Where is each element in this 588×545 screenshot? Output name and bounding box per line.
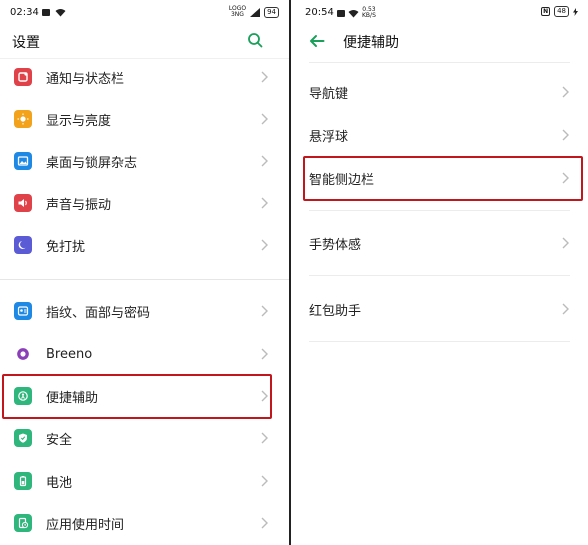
settings-item-battery[interactable]: 电池 [0, 460, 289, 502]
chevron-right-icon [261, 475, 268, 487]
back-arrow-icon[interactable] [309, 34, 325, 48]
settings-item-do-not-disturb[interactable]: 免打扰 [0, 224, 289, 266]
settings-item-notification[interactable]: 通知与状态栏 [0, 56, 289, 98]
image-notification-icon [337, 9, 345, 17]
wallpaper-icon [14, 152, 32, 170]
page-title: 设置 [12, 35, 40, 51]
battery-level: 94 [264, 6, 279, 18]
charging-icon [573, 7, 578, 16]
chevron-right-icon [261, 71, 268, 83]
chevron-right-icon [562, 86, 569, 98]
accessibility-item-label: 手势体感 [309, 237, 362, 253]
shield-icon [14, 429, 32, 447]
settings-item-security[interactable]: 安全 [0, 417, 289, 459]
search-icon[interactable] [247, 32, 263, 48]
battery-level: 48 [554, 6, 569, 17]
status-time: 20:54 [305, 7, 334, 18]
brightness-icon [14, 110, 32, 128]
status-notification-icons [42, 7, 66, 18]
section-divider [309, 275, 570, 276]
accessibility-item-label: 红包助手 [309, 303, 362, 319]
settings-screen: 02:34 LOGO 3NG 94 设置 通知与状态栏 显示与亮度 桌面与锁屏杂… [0, 0, 289, 545]
status-bar: 20:54 0.53 KB/S N 48 [291, 0, 588, 26]
chevron-right-icon [562, 129, 569, 141]
status-right-icons: LOGO 3NG 94 [229, 6, 279, 18]
breeno-icon [14, 345, 32, 363]
settings-item-label: 桌面与锁屏杂志 [46, 155, 138, 171]
accessibility-item-label: 悬浮球 [309, 129, 349, 145]
group-divider [0, 279, 289, 280]
accessibility-item-floating-ball[interactable]: 悬浮球 [291, 113, 588, 157]
app-time-icon [14, 514, 32, 532]
settings-item-label: 安全 [46, 432, 73, 448]
settings-item-label: Breeno [46, 346, 93, 362]
settings-item-label: 电池 [46, 475, 73, 491]
settings-item-fingerprint[interactable]: 指纹、面部与密码 [0, 290, 289, 332]
chevron-right-icon [261, 197, 268, 209]
wifi-icon [348, 9, 359, 17]
image-notification-icon [42, 8, 50, 16]
accessibility-item-red-packet-assistant[interactable]: 红包助手 [291, 287, 588, 331]
carrier-label: LOGO 3NG [228, 5, 247, 18]
chevron-right-icon [261, 113, 268, 125]
settings-item-label: 通知与状态栏 [46, 71, 125, 87]
section-divider [309, 210, 570, 211]
nfc-icon: N [541, 7, 551, 16]
settings-item-breeno[interactable]: Breeno [0, 333, 289, 375]
accessibility-highlight-box [2, 374, 272, 419]
chevron-right-icon [261, 305, 268, 317]
accessibility-item-navigation-keys[interactable]: 导航键 [291, 70, 588, 114]
accessibility-item-label: 导航键 [309, 86, 349, 102]
settings-item-app-usage-time[interactable]: 应用使用时间 [0, 502, 289, 544]
smart-sidebar-highlight-box [303, 156, 583, 201]
accessibility-screen: 20:54 0.53 KB/S N 48 便捷辅助 导航键 悬浮球 智能侧边栏 … [291, 0, 588, 545]
chevron-right-icon [261, 155, 268, 167]
status-bar: 02:34 LOGO 3NG 94 [0, 0, 289, 26]
battery-icon [14, 472, 32, 490]
wifi-icon [55, 8, 66, 16]
header-divider [309, 62, 570, 63]
notification-icon [14, 68, 32, 86]
accessibility-item-gestures[interactable]: 手势体感 [291, 221, 588, 265]
chevron-right-icon [562, 303, 569, 315]
settings-item-wallpaper[interactable]: 桌面与锁屏杂志 [0, 140, 289, 182]
status-right-icons: N 48 [541, 6, 578, 17]
signal-icon [250, 7, 261, 17]
fingerprint-icon [14, 302, 32, 320]
page-title: 便捷辅助 [343, 35, 399, 51]
chevron-right-icon [261, 517, 268, 529]
moon-icon [14, 236, 32, 254]
status-notification-icons: 0.53 KB/S [337, 7, 376, 19]
section-divider [309, 341, 570, 342]
settings-item-label: 声音与振动 [46, 197, 112, 213]
sound-icon [14, 194, 32, 212]
settings-item-display[interactable]: 显示与亮度 [0, 98, 289, 140]
settings-item-sound[interactable]: 声音与振动 [0, 182, 289, 224]
settings-item-label: 指纹、面部与密码 [46, 305, 151, 321]
status-time: 02:34 [10, 7, 39, 18]
settings-item-label: 显示与亮度 [46, 113, 112, 129]
settings-item-label: 免打扰 [46, 239, 86, 255]
chevron-right-icon [562, 237, 569, 249]
settings-item-label: 应用使用时间 [46, 517, 125, 533]
chevron-right-icon [261, 239, 268, 251]
chevron-right-icon [261, 348, 268, 360]
chevron-right-icon [261, 432, 268, 444]
network-speed: 0.53 KB/S [362, 6, 376, 19]
